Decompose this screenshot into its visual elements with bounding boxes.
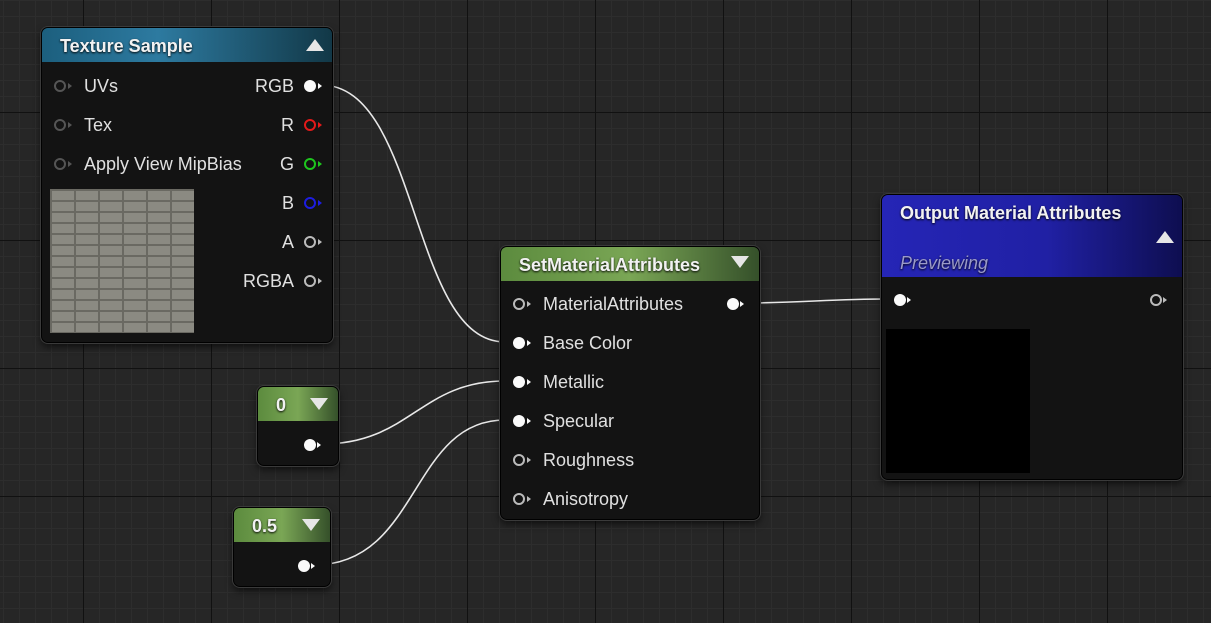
pin-label: G — [279, 154, 294, 174]
output-pin-rgb[interactable]: RGB — [202, 75, 322, 97]
pin-label: Metallic — [543, 372, 605, 392]
pin-label: Base Color — [543, 333, 633, 353]
wire-attributes-to-output — [742, 298, 889, 304]
pin-circle-icon[interactable] — [513, 376, 525, 388]
pin-arrow-icon — [318, 239, 322, 245]
constant-header[interactable]: 0 — [258, 387, 338, 421]
dropdown-triangle-icon[interactable] — [731, 256, 749, 268]
pin-arrow-icon — [318, 278, 322, 284]
wire-0-to-metallic — [321, 380, 506, 445]
pin-label: Roughness — [543, 450, 635, 470]
pin-label: Tex — [84, 115, 113, 135]
constant-value: 0.5 — [252, 516, 278, 536]
pin-circle-icon[interactable] — [54, 80, 66, 92]
pin-arrow-icon — [318, 83, 322, 89]
pin-arrow-icon — [1163, 297, 1167, 303]
dropdown-triangle-icon[interactable] — [310, 398, 328, 410]
pin-circle-icon[interactable] — [513, 454, 525, 466]
output-pin-a[interactable]: A — [202, 231, 322, 253]
constant-value: 0 — [276, 395, 287, 415]
pin-arrow-icon — [527, 301, 531, 307]
pin-label: MaterialAttributes — [543, 294, 684, 314]
pin-circle-icon[interactable] — [304, 197, 316, 209]
pin-label: Anisotropy — [543, 489, 629, 509]
output-pin-material-attributes[interactable] — [727, 293, 751, 315]
texture-sample-header[interactable]: Texture Sample — [42, 28, 332, 62]
collapse-triangle-icon[interactable] — [1156, 231, 1174, 243]
constant-header[interactable]: 0.5 — [234, 508, 330, 542]
pin-arrow-icon — [318, 122, 322, 128]
output-pin-rgba[interactable]: RGBA — [202, 270, 322, 292]
pin-arrow-icon — [527, 418, 531, 424]
pin-label: B — [281, 193, 294, 213]
output-pin-r[interactable]: R — [202, 114, 322, 136]
set-material-attributes-node[interactable]: SetMaterialAttributes MaterialAttributes… — [500, 246, 760, 520]
constant-output-pin[interactable] — [304, 434, 328, 456]
constant-output-pin[interactable] — [298, 555, 322, 577]
pin-circle-icon[interactable] — [304, 158, 316, 170]
pin-arrow-icon — [740, 301, 744, 307]
pin-arrow-icon — [318, 200, 322, 206]
pin-circle-icon[interactable] — [513, 337, 525, 349]
pin-arrow-icon — [907, 297, 911, 303]
texture-thumbnail — [50, 189, 194, 333]
pin-circle-icon[interactable] — [894, 294, 906, 306]
output-node-input-pin[interactable] — [894, 289, 918, 311]
output-pin-b[interactable]: B — [202, 192, 322, 214]
pin-circle-icon[interactable] — [1150, 294, 1162, 306]
constant-node-0-5[interactable]: 0.5 — [233, 507, 331, 587]
material-preview — [886, 329, 1030, 473]
pin-circle-icon[interactable] — [304, 236, 316, 248]
output-material-attributes-header[interactable]: Output Material Attributes Previewing — [882, 195, 1182, 277]
pin-label: A — [281, 232, 294, 252]
pin-arrow-icon — [527, 340, 531, 346]
pin-arrow-icon — [68, 161, 72, 167]
pin-label: RGB — [254, 76, 294, 96]
pin-circle-icon[interactable] — [513, 415, 525, 427]
texture-sample-node[interactable]: Texture Sample UVs Tex Apply View MipBia… — [41, 27, 333, 343]
pin-arrow-icon — [68, 122, 72, 128]
pin-label: R — [281, 115, 294, 135]
pin-circle-icon[interactable] — [304, 275, 316, 287]
pin-circle-icon[interactable] — [304, 80, 316, 92]
pin-circle-icon[interactable] — [727, 298, 739, 310]
pin-circle-icon[interactable] — [513, 493, 525, 505]
set-material-attributes-title: SetMaterialAttributes — [519, 255, 701, 275]
output-node-output-pin[interactable] — [1150, 289, 1174, 311]
pin-arrow-icon — [68, 83, 72, 89]
pin-arrow-icon — [318, 161, 322, 167]
pin-label: Specular — [543, 411, 615, 431]
output-pin-g[interactable]: G — [202, 153, 322, 175]
pin-circle-icon[interactable] — [513, 298, 525, 310]
set-material-attributes-header[interactable]: SetMaterialAttributes — [501, 247, 759, 281]
previewing-label: Previewing — [900, 253, 989, 273]
wire-rgb-to-base-color — [320, 84, 506, 343]
dropdown-triangle-icon[interactable] — [302, 519, 320, 531]
pin-arrow-icon — [311, 563, 315, 569]
wire-05-to-specular — [313, 419, 506, 566]
pin-label: UVs — [84, 76, 119, 96]
collapse-triangle-icon[interactable] — [306, 39, 324, 51]
pin-circle-icon[interactable] — [304, 119, 316, 131]
pin-circle-icon[interactable] — [54, 119, 66, 131]
output-material-attributes-node[interactable]: Output Material Attributes Previewing — [881, 194, 1183, 480]
pin-arrow-icon — [527, 457, 531, 463]
pin-arrow-icon — [317, 442, 321, 448]
pin-label: RGBA — [242, 271, 294, 291]
pin-arrow-icon — [527, 496, 531, 502]
pin-circle-icon[interactable] — [54, 158, 66, 170]
texture-sample-title: Texture Sample — [60, 36, 193, 56]
pin-arrow-icon — [527, 379, 531, 385]
pin-circle-icon[interactable] — [304, 439, 316, 451]
pin-circle-icon[interactable] — [298, 560, 310, 572]
output-material-attributes-title: Output Material Attributes — [900, 203, 1122, 223]
constant-node-0[interactable]: 0 — [257, 386, 339, 466]
